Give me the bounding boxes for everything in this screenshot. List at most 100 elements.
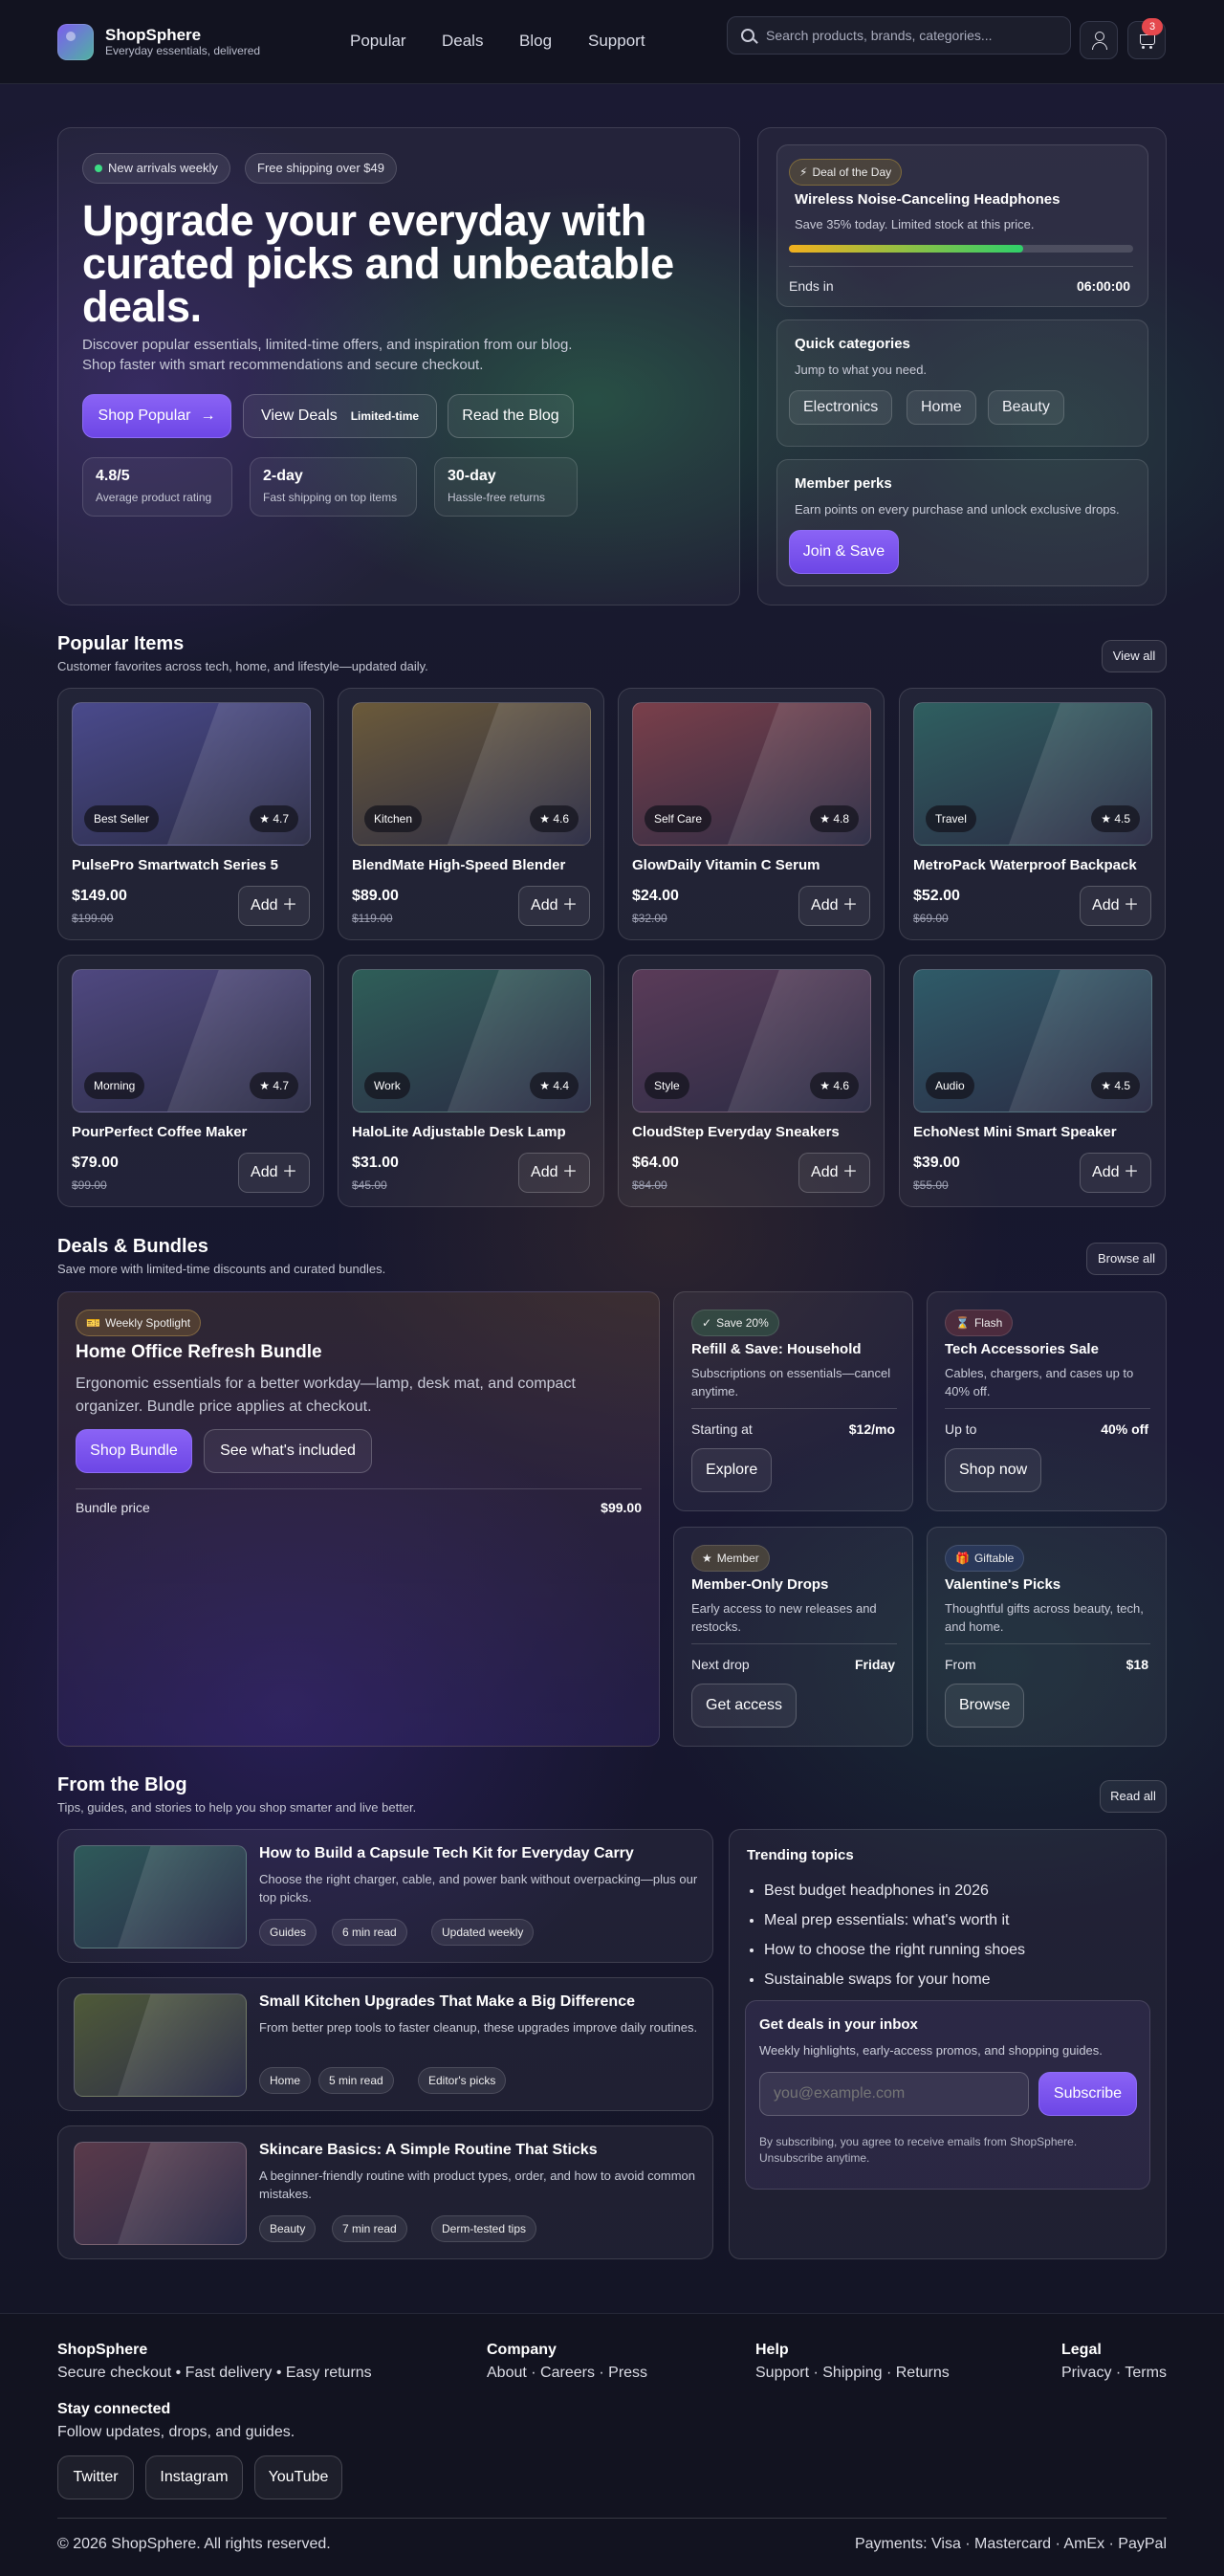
plus-icon: ＋ [1119, 1164, 1139, 1180]
product-name[interactable]: MetroPack Waterproof Backpack [913, 857, 1137, 873]
product-card[interactable]: Morning ★ 4.7 PourPerfect Coffee Maker $… [57, 955, 324, 1207]
deal-card[interactable]: ★ Member Member-Only Drops Early access t… [673, 1527, 913, 1747]
blog-thumbnail[interactable] [74, 2142, 247, 2245]
footer-legal-links[interactable]: Privacy · Terms [1061, 2365, 1167, 2382]
deal-card-button[interactable]: Explore [691, 1448, 773, 1492]
product-card[interactable]: Work ★ 4.4 HaloLite Adjustable Desk Lamp… [338, 955, 604, 1207]
blog-post-card[interactable]: How to Build a Capsule Tech Kit for Ever… [57, 1829, 713, 1963]
product-card[interactable]: Style ★ 4.6 CloudStep Everyday Sneakers … [618, 955, 885, 1207]
add-to-cart-button[interactable]: Add ＋ [1080, 1153, 1151, 1193]
product-card[interactable]: Self Care ★ 4.8 GlowDaily Vitamin C Seru… [618, 688, 885, 940]
email-field[interactable] [759, 2072, 1029, 2116]
instagram-button[interactable]: Instagram [145, 2455, 243, 2499]
category-home[interactable]: Home [907, 390, 976, 425]
view-all-button[interactable]: View all [1102, 640, 1167, 672]
add-to-cart-button[interactable]: Add ＋ [518, 886, 590, 926]
deal-card[interactable]: 🎁 Giftable Valentine's Picks Thoughtful g… [927, 1527, 1167, 1747]
youtube-button[interactable]: YouTube [254, 2455, 342, 2499]
product-card[interactable]: Audio ★ 4.5 EchoNest Mini Smart Speaker … [899, 955, 1166, 1207]
blog-thumbnail[interactable] [74, 1845, 247, 1949]
nav-popular[interactable]: Popular [350, 32, 406, 51]
account-icon[interactable] [1080, 21, 1118, 59]
product-name[interactable]: EchoNest Mini Smart Speaker [913, 1124, 1117, 1140]
trending-item[interactable]: Sustainable swaps for your home [764, 1965, 1147, 1994]
product-image[interactable]: Kitchen ★ 4.6 [352, 702, 591, 846]
add-to-cart-button[interactable]: Add ＋ [238, 886, 310, 926]
stat-rating: 4.8/5 Average product rating [82, 457, 232, 517]
product-image[interactable]: Style ★ 4.6 [632, 969, 871, 1112]
product-name[interactable]: CloudStep Everyday Sneakers [632, 1124, 840, 1140]
shop-popular-button[interactable]: Shop Popular → [82, 394, 231, 438]
join-save-button[interactable]: Join & Save [789, 530, 899, 574]
twitter-button[interactable]: Twitter [57, 2455, 134, 2499]
add-to-cart-button[interactable]: Add ＋ [1080, 886, 1151, 926]
product-name[interactable]: PulsePro Smartwatch Series 5 [72, 857, 278, 873]
blog-post-card[interactable]: Skincare Basics: A Simple Routine That S… [57, 2125, 713, 2259]
product-image[interactable]: Best Seller ★ 4.7 [72, 702, 311, 846]
blog-post-title[interactable]: Skincare Basics: A Simple Routine That S… [259, 2142, 598, 2159]
quick-categories-desc: Jump to what you need. [795, 363, 928, 377]
add-to-cart-button[interactable]: Add ＋ [518, 1153, 590, 1193]
product-rating: ★ 4.6 [530, 805, 579, 832]
view-deals-button[interactable]: View Deals Limited-time [243, 394, 437, 438]
product-image[interactable]: Self Care ★ 4.8 [632, 702, 871, 846]
subscribe-button[interactable]: Subscribe [1038, 2072, 1137, 2116]
add-to-cart-button[interactable]: Add ＋ [798, 886, 870, 926]
divider [945, 1643, 1150, 1644]
nav-blog[interactable]: Blog [519, 32, 552, 51]
deal-of-day-badge: ⚡ Deal of the Day [789, 159, 903, 186]
search-input[interactable] [766, 17, 1053, 54]
logo-icon[interactable] [57, 24, 94, 60]
trending-item[interactable]: Meal prep essentials: what's worth it [764, 1905, 1147, 1935]
star-icon: ★ [259, 812, 273, 826]
shop-bundle-button[interactable]: Shop Bundle [76, 1429, 192, 1473]
add-to-cart-button[interactable]: Add ＋ [798, 1153, 870, 1193]
product-card[interactable]: Travel ★ 4.5 MetroPack Waterproof Backpa… [899, 688, 1166, 940]
blog-post-title[interactable]: Small Kitchen Upgrades That Make a Big D… [259, 1993, 635, 2011]
blog-post-title[interactable]: How to Build a Capsule Tech Kit for Ever… [259, 1845, 634, 1862]
brand-name[interactable]: ShopSphere [105, 26, 201, 45]
product-image[interactable]: Morning ★ 4.7 [72, 969, 311, 1112]
deal-of-day-card[interactable]: ⚡ Deal of the Day Wireless Noise-Cancelin… [776, 144, 1148, 307]
read-blog-button[interactable]: Read the Blog [448, 394, 574, 438]
category-electronics[interactable]: Electronics [789, 390, 893, 425]
rating-value: 4.6 [553, 812, 569, 826]
blog-thumbnail[interactable] [74, 1993, 247, 2097]
limited-time-tag: Limited-time [350, 409, 420, 423]
read-all-button[interactable]: Read all [1100, 1780, 1167, 1813]
blog-post-desc: A beginner-friendly routine with product… [259, 2169, 695, 2201]
product-image[interactable]: Work ★ 4.4 [352, 969, 591, 1112]
product-name[interactable]: BlendMate High-Speed Blender [352, 857, 565, 873]
product-name[interactable]: HaloLite Adjustable Desk Lamp [352, 1124, 566, 1140]
deal-card-button[interactable]: Get access [691, 1684, 798, 1728]
shop-popular-label: Shop Popular [98, 407, 191, 424]
see-included-button[interactable]: See what's included [204, 1429, 372, 1473]
deal-card[interactable]: ⌛ Flash Tech Accessories Sale Cables, cha… [927, 1291, 1167, 1511]
spotlight-card[interactable]: 🎫 Weekly Spotlight Home Office Refresh Bu… [57, 1291, 660, 1747]
blog-post-card[interactable]: Small Kitchen Upgrades That Make a Big D… [57, 1977, 713, 2111]
product-name[interactable]: PourPerfect Coffee Maker [72, 1124, 247, 1140]
trending-item[interactable]: Best budget headphones in 2026 [764, 1876, 1147, 1905]
product-card[interactable]: Best Seller ★ 4.7 PulsePro Smartwatch Se… [57, 688, 324, 940]
cart-count-badge: 3 [1142, 18, 1163, 35]
product-image[interactable]: Audio ★ 4.5 [913, 969, 1152, 1112]
category-beauty[interactable]: Beauty [988, 390, 1064, 425]
star-icon: ★ [1101, 812, 1115, 826]
footer-help-links[interactable]: Support · Shipping · Returns [755, 2365, 950, 2382]
product-image[interactable]: Travel ★ 4.5 [913, 702, 1152, 846]
trending-item[interactable]: How to choose the right running shoes [764, 1935, 1147, 1965]
blog-post-desc: Choose the right charger, cable, and pow… [259, 1872, 698, 1904]
nav-deals[interactable]: Deals [442, 32, 483, 51]
product-name[interactable]: GlowDaily Vitamin C Serum [632, 857, 820, 873]
deal-card[interactable]: ✓ Save 20% Refill & Save: Household Subsc… [673, 1291, 913, 1511]
add-to-cart-button[interactable]: Add ＋ [238, 1153, 310, 1193]
deal-card-button[interactable]: Browse [945, 1684, 1025, 1728]
product-card[interactable]: Kitchen ★ 4.6 BlendMate High-Speed Blend… [338, 688, 604, 940]
nav-support[interactable]: Support [588, 32, 645, 51]
deal-card-button[interactable]: Shop now [945, 1448, 1042, 1492]
blog-tag: 6 min read [332, 1919, 407, 1946]
footer-company-links[interactable]: About · Careers · Press [487, 2365, 647, 2382]
divider [691, 1643, 897, 1644]
product-old-price: $84.00 [632, 1178, 667, 1192]
browse-all-button[interactable]: Browse all [1086, 1243, 1167, 1275]
